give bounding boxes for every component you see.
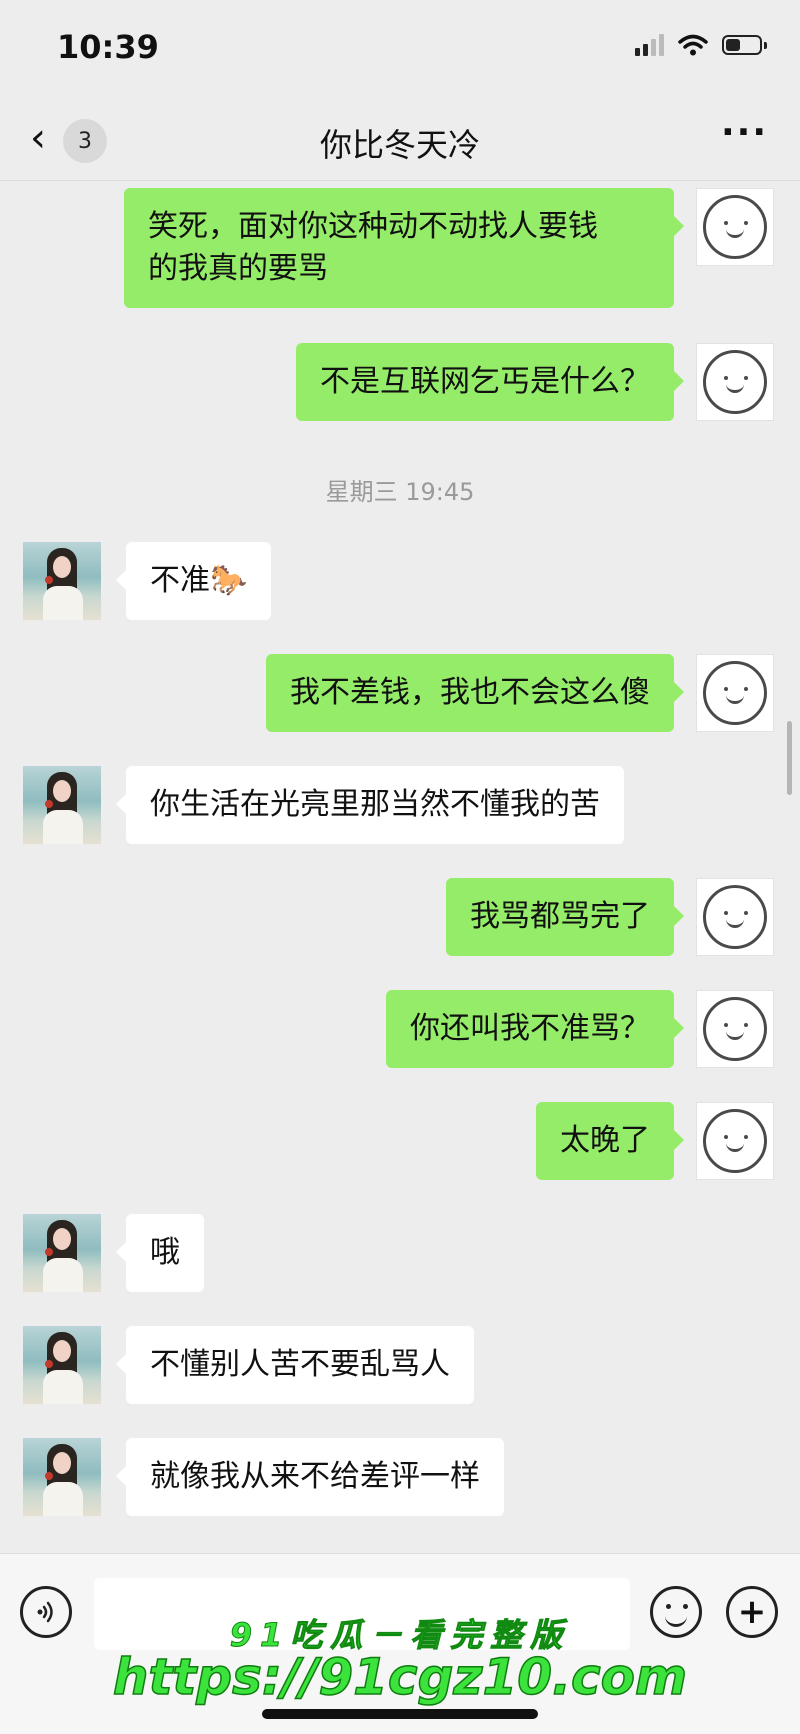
chat-title: 你比冬天冷 (319, 126, 480, 164)
message-bubble[interactable]: 哦 (116, 1214, 204, 1292)
smiley-icon (703, 195, 767, 259)
status-icons (635, 34, 767, 56)
message-bubble[interactable]: 笑死，面对你这种动不动找人要钱 的我真的要骂 (124, 188, 684, 308)
smiley-icon (703, 350, 767, 414)
signal-icon (635, 34, 664, 56)
contact-avatar[interactable] (23, 542, 101, 620)
chat-header: ‹ 3 你比冬天冷 ··· (0, 100, 800, 181)
message-bubble[interactable]: 不是互联网乞丐是什么？ (296, 343, 684, 421)
contact-avatar[interactable] (23, 1214, 101, 1292)
scrollbar[interactable] (787, 721, 792, 795)
status-bar: 10:39 (0, 0, 800, 100)
battery-icon (722, 35, 767, 55)
home-indicator[interactable] (262, 1709, 538, 1719)
my-avatar[interactable] (696, 878, 774, 956)
message-bubble[interactable]: 你还叫我不准骂？ (386, 990, 684, 1068)
message-bubble[interactable]: 我不差钱，我也不会这么傻 (266, 654, 684, 732)
my-avatar[interactable] (696, 654, 774, 732)
message-list[interactable]: 笑死，面对你这种动不动找人要钱 的我真的要骂 不是互联网乞丐是什么？ 星期三 1… (0, 181, 800, 1551)
smiley-icon (703, 1109, 767, 1173)
battery-level (726, 39, 740, 51)
message-bubble[interactable]: 不懂别人苦不要乱骂人 (116, 1326, 474, 1404)
contact-avatar[interactable] (23, 766, 101, 844)
message-bubble[interactable]: 太晚了 (536, 1102, 684, 1180)
my-avatar[interactable] (696, 188, 774, 266)
my-avatar[interactable] (696, 343, 774, 421)
status-time: 10:39 (57, 28, 159, 66)
contact-avatar[interactable] (23, 1326, 101, 1404)
message-timestamp: 星期三 19:45 (325, 478, 475, 506)
my-avatar[interactable] (696, 990, 774, 1068)
message-bubble[interactable]: 不准🐎 (115, 542, 272, 620)
smiley-icon (703, 997, 767, 1061)
watermark-url: https://91cgz10.com (112, 1647, 688, 1707)
smiley-icon (703, 885, 767, 949)
message-bubble[interactable]: 就像我从来不给差评一样 (116, 1438, 504, 1516)
message-bubble[interactable]: 我骂都骂完了 (446, 878, 684, 956)
message-bubble[interactable]: 你生活在光亮里那当然不懂我的苦 (116, 766, 624, 844)
contact-avatar[interactable] (23, 1438, 101, 1516)
my-avatar[interactable] (696, 1102, 774, 1180)
wifi-icon (678, 34, 708, 56)
smiley-icon (703, 661, 767, 725)
more-icon[interactable]: ··· (721, 112, 768, 153)
